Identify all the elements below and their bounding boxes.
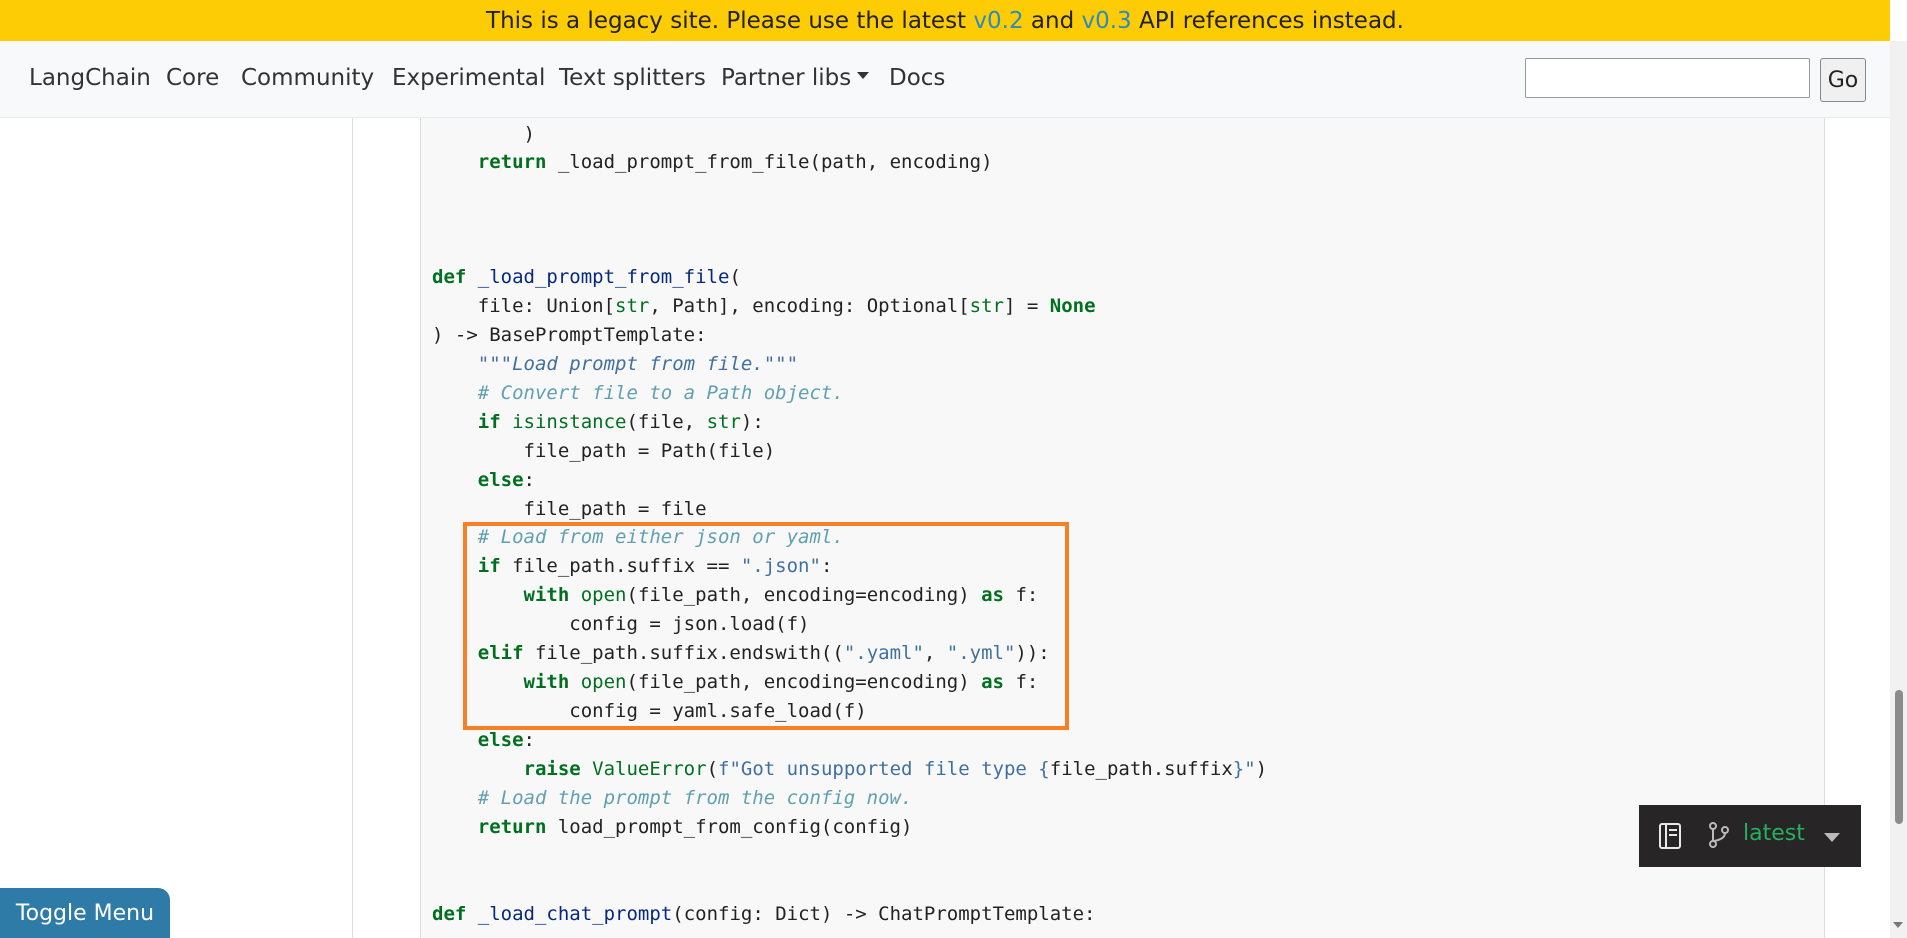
code-line: """Load prompt from file.""" xyxy=(432,353,799,375)
nav-partner-libs-dropdown[interactable]: Partner libs xyxy=(721,65,870,91)
code-line: ) -> BasePromptTemplate: xyxy=(432,324,707,346)
code-line: # Convert file to a Path object. xyxy=(432,382,844,404)
nav-langchain[interactable]: LangChain xyxy=(29,65,151,91)
caret-down-icon xyxy=(1824,833,1840,842)
legacy-site-banner: This is a legacy site. Please use the la… xyxy=(0,0,1890,41)
code-line: file: Union[str, Path], encoding: Option… xyxy=(432,295,1096,317)
banner-text-after: API references instead. xyxy=(1131,7,1404,34)
code-line: # Load from either json or yaml. xyxy=(432,526,844,548)
chevron-down-icon xyxy=(857,72,870,79)
v02-link[interactable]: v0.2 xyxy=(973,8,1023,34)
banner-text-mid: and xyxy=(1023,7,1082,34)
code-line: ) xyxy=(432,123,535,145)
sidebar-divider xyxy=(352,118,353,938)
version-switcher[interactable]: latest xyxy=(1639,805,1861,867)
banner-text-before: This is a legacy site. Please use the la… xyxy=(486,7,974,34)
scroll-down-arrow-icon[interactable] xyxy=(1893,922,1903,928)
code-line: def _load_prompt_from_file( xyxy=(432,266,741,288)
code-line: if isinstance(file, str): xyxy=(432,411,764,433)
book-icon xyxy=(1659,823,1681,849)
scrollbar-thumb[interactable] xyxy=(1895,690,1903,824)
git-branch-icon xyxy=(1709,822,1729,848)
code-line: else: xyxy=(432,469,535,491)
search-input[interactable] xyxy=(1525,58,1810,98)
code-line: else: xyxy=(432,729,535,751)
code-line: file_path = file xyxy=(432,498,707,520)
code-line: config = json.load(f) xyxy=(432,613,810,635)
nav-community[interactable]: Community xyxy=(241,65,374,91)
code-line: config = yaml.safe_load(f) xyxy=(432,700,867,722)
code-line: with open(file_path, encoding=encoding) … xyxy=(432,584,1039,606)
code-line: return _load_prompt_from_file(path, enco… xyxy=(432,151,993,173)
nav-text-splitters[interactable]: Text splitters xyxy=(559,65,706,91)
v03-link[interactable]: v0.3 xyxy=(1082,8,1132,34)
nav-docs[interactable]: Docs xyxy=(889,65,945,91)
code-line: file_path = Path(file) xyxy=(432,440,776,462)
nav-partner-libs-label: Partner libs xyxy=(721,65,852,91)
code-line: with open(file_path, encoding=encoding) … xyxy=(432,671,1039,693)
code-line: elif file_path.suffix.endswith((".yaml",… xyxy=(432,642,1050,664)
code-line: return load_prompt_from_config(config) xyxy=(432,816,913,838)
code-line: raise ValueError(f"Got unsupported file … xyxy=(432,758,1268,780)
nav-experimental[interactable]: Experimental xyxy=(392,65,545,91)
code-line: if file_path.suffix == ".json": xyxy=(432,555,833,577)
version-label: latest xyxy=(1743,821,1805,846)
nav-core[interactable]: Core xyxy=(166,65,219,91)
code-line: def _load_chat_prompt(config: Dict) -> C… xyxy=(432,903,1096,925)
go-button[interactable]: Go xyxy=(1820,58,1866,102)
toggle-menu-button[interactable]: Toggle Menu xyxy=(0,888,170,938)
code-line: # Load the prompt from the config now. xyxy=(432,787,913,809)
